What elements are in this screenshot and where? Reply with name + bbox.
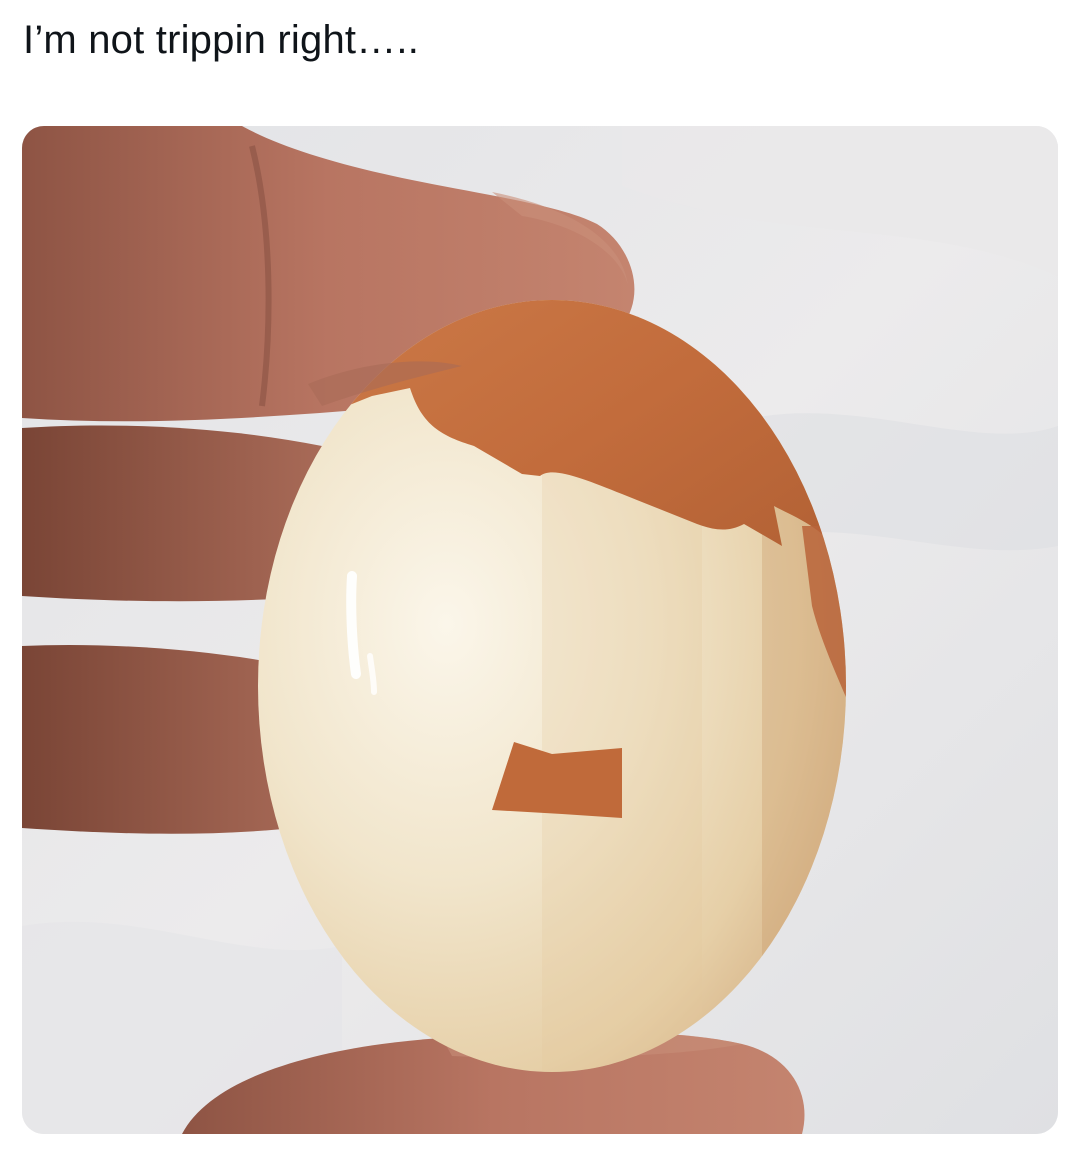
egg-photo-illustration (22, 126, 1058, 1134)
post-image[interactable] (22, 126, 1058, 1134)
post-caption: I’m not trippin right….. (23, 18, 420, 62)
post: I’m not trippin right….. (0, 0, 1080, 1156)
egg-highlight (346, 571, 361, 679)
